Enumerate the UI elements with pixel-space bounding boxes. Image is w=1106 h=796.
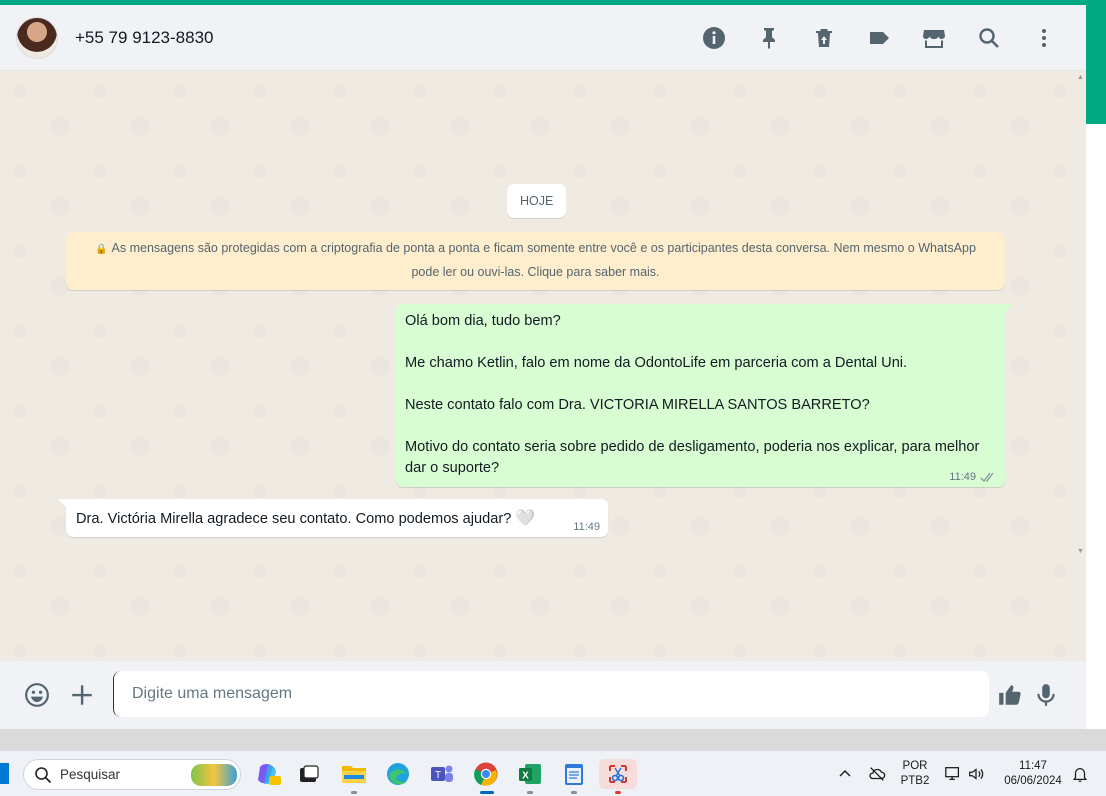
svg-text:X: X — [522, 771, 529, 782]
taskbar-search[interactable]: Pesquisar — [23, 759, 241, 790]
date-divider: HOJE — [507, 184, 567, 218]
scroll-down-arrow-icon[interactable]: ▼ — [1077, 548, 1084, 555]
scroll-up-arrow-icon[interactable]: ▲ — [1077, 74, 1084, 81]
window-edge-accent — [1086, 5, 1106, 124]
message-time: 11:49 — [573, 521, 600, 533]
message-list[interactable]: HOJE 🔒 As mensagens são protegidas com a … — [0, 71, 1086, 661]
edge-browser-icon[interactable] — [383, 759, 413, 789]
notepad-icon[interactable] — [559, 759, 589, 794]
task-view-icon[interactable] — [294, 759, 324, 789]
copilot-app-icon[interactable] — [253, 759, 283, 789]
file-explorer-icon[interactable] — [339, 759, 369, 794]
language-code: POR — [902, 760, 928, 772]
pin-icon[interactable] — [751, 20, 787, 56]
taskbar-search-label: Pesquisar — [60, 767, 121, 782]
message-composer — [0, 661, 1086, 729]
delete-icon[interactable] — [806, 20, 842, 56]
notification-bell-icon[interactable] — [1070, 764, 1090, 784]
incoming-message[interactable]: Dra. Victória Mirella agradece seu conta… — [58, 499, 608, 537]
menu-icon[interactable] — [1026, 20, 1062, 56]
header-actions — [677, 5, 1062, 71]
window-bottom-gap — [0, 729, 1106, 750]
window-edge-panel — [1086, 124, 1106, 750]
message-line: Me chamo Ketlin, falo em nome da OdontoL… — [405, 355, 908, 371]
volume-icon[interactable] — [966, 764, 986, 784]
encryption-notice-text: As mensagens são protegidas com a cripto… — [111, 241, 976, 279]
chevron-up-icon[interactable] — [835, 764, 855, 784]
message-line: Motivo do contato seria sobre pedido de … — [405, 439, 980, 476]
excel-icon[interactable]: X — [515, 759, 545, 794]
info-icon[interactable] — [696, 20, 732, 56]
clock-date: 06/06/2024 — [1004, 775, 1062, 787]
contact-name[interactable]: +55 79 9123-8830 — [75, 28, 214, 48]
language-indicator[interactable]: POR PTB2 — [898, 759, 932, 789]
contact-avatar[interactable] — [16, 16, 58, 59]
chrome-icon[interactable] — [471, 759, 501, 794]
outgoing-message[interactable]: Olá bom dia, tudo bem? Me chamo Ketlin, … — [396, 304, 1013, 487]
svg-text:T: T — [435, 770, 441, 781]
label-icon[interactable] — [861, 20, 897, 56]
message-time: 11:49 — [949, 471, 976, 483]
emoji-icon[interactable] — [23, 681, 51, 709]
taskbar-clock[interactable]: 11:47 06/06/2024 — [998, 759, 1068, 789]
message-input[interactable] — [113, 671, 989, 717]
microphone-icon[interactable] — [1032, 681, 1060, 709]
search-highlight-image — [191, 764, 237, 786]
search-icon[interactable] — [971, 20, 1007, 56]
windows-taskbar: Pesquisar T X POR PTB2 11:47 06/06/2024 — [0, 750, 1106, 796]
cloud-offline-icon[interactable] — [867, 764, 887, 784]
catalog-icon[interactable] — [916, 20, 952, 56]
search-icon — [35, 766, 52, 783]
keyboard-layout: PTB2 — [900, 775, 930, 787]
message-text: Dra. Victória Mirella agradece seu conta… — [76, 511, 512, 527]
lock-icon: 🔒 — [95, 244, 108, 255]
network-icon[interactable] — [943, 764, 963, 784]
attach-plus-icon[interactable] — [68, 681, 96, 709]
double-check-icon — [980, 472, 994, 482]
clock-time: 11:47 — [1019, 760, 1047, 772]
encryption-notice[interactable]: 🔒 As mensagens são protegidas com a cript… — [66, 232, 1005, 290]
conversation-header: +55 79 9123-8830 — [0, 5, 1086, 71]
snipping-tool-icon[interactable] — [599, 759, 637, 794]
thumbs-up-icon[interactable] — [996, 681, 1024, 709]
white-heart-emoji: 🤍 — [515, 510, 536, 528]
teams-icon[interactable]: T — [427, 759, 457, 789]
windows-start-icon[interactable] — [0, 763, 9, 784]
message-line: Neste contato falo com Dra. VICTORIA MIR… — [405, 397, 870, 413]
message-line: Olá bom dia, tudo bem? — [405, 313, 561, 329]
message-meta: 11:49 — [949, 471, 996, 483]
